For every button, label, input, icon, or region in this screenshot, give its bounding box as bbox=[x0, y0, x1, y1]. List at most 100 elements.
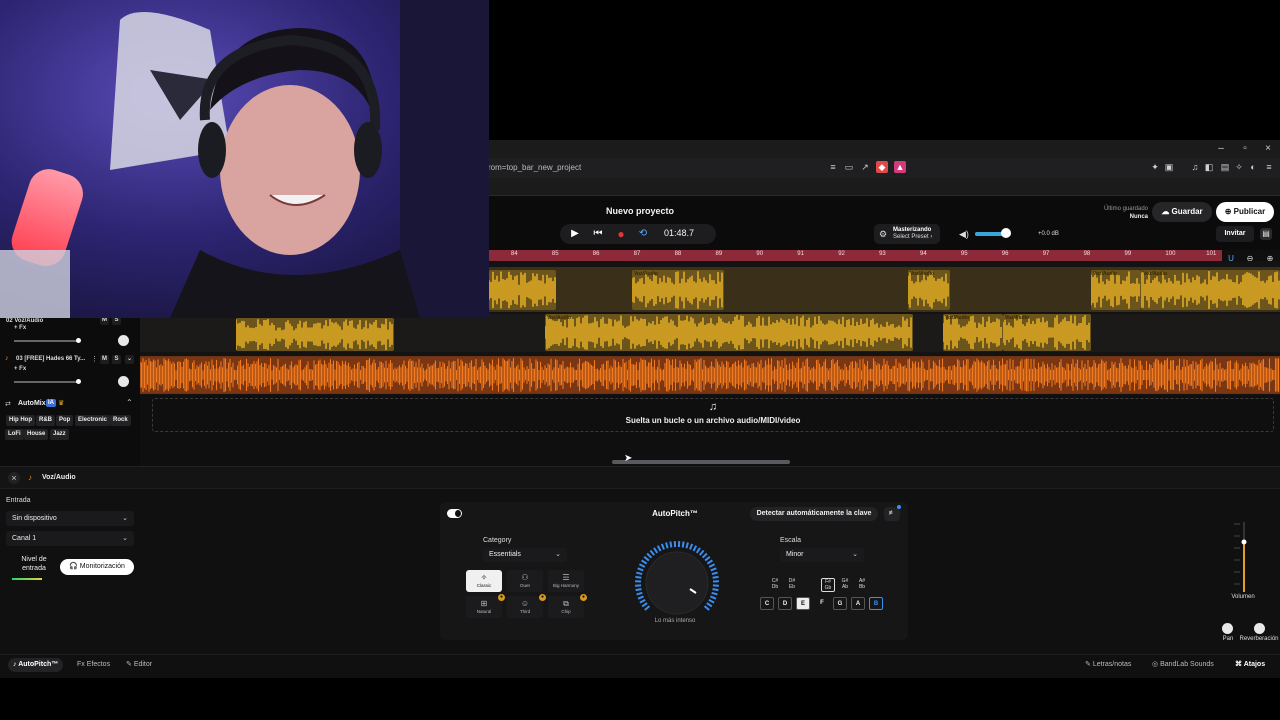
accidental-key[interactable]: F# Gb bbox=[821, 578, 835, 592]
share-icon[interactable]: ↗ bbox=[859, 161, 871, 173]
pan-knob[interactable] bbox=[118, 376, 129, 387]
rewind-button[interactable]: ⏮ bbox=[591, 227, 605, 241]
audio-clip[interactable]: Voz/Audio bbox=[1003, 314, 1091, 351]
tab-bandlab-sounds[interactable]: ◎ BandLab Sounds bbox=[1147, 658, 1219, 672]
audio-clip[interactable]: Voz/Audio bbox=[1141, 270, 1280, 310]
close-editor-button[interactable]: × bbox=[8, 472, 20, 484]
minimize-button[interactable]: – bbox=[1214, 142, 1228, 156]
accidental-key[interactable]: D# Eb bbox=[785, 578, 799, 590]
note-key[interactable]: E bbox=[796, 597, 810, 610]
dial-knob[interactable] bbox=[645, 551, 709, 615]
note-key[interactable]: D bbox=[778, 597, 792, 610]
publish-button[interactable]: ⊕ Publicar bbox=[1216, 202, 1274, 222]
speaker-icon[interactable]: ◀) bbox=[959, 229, 969, 240]
effect-tile[interactable]: ⧉ Chip bbox=[548, 596, 584, 618]
accidental-key[interactable]: A# Bb bbox=[855, 578, 869, 590]
audio-clip[interactable] bbox=[236, 318, 394, 351]
note-key[interactable]: A bbox=[851, 597, 865, 610]
master-volume-handle[interactable] bbox=[1001, 228, 1011, 238]
track-volume-fader[interactable] bbox=[1232, 518, 1252, 594]
play-button[interactable]: ▶ bbox=[568, 227, 582, 241]
intensity-dial[interactable] bbox=[634, 540, 720, 626]
genre-chip[interactable]: LoFi bbox=[5, 429, 24, 440]
maximize-button[interactable]: ▫ bbox=[1238, 142, 1252, 156]
save-button[interactable]: ☁ Guardar bbox=[1152, 202, 1212, 222]
record-button[interactable]: ● bbox=[614, 227, 628, 241]
note-key[interactable]: C bbox=[760, 597, 774, 610]
downloads-icon[interactable]: ▣ bbox=[1163, 161, 1175, 173]
audio-clip[interactable]: Voz/Audio bbox=[908, 270, 950, 310]
chevron-down-icon[interactable]: ⌄ bbox=[125, 355, 134, 364]
genre-chip[interactable]: Rock bbox=[110, 415, 131, 426]
extension-icon[interactable]: ▲ bbox=[894, 161, 906, 173]
shield-extension-icon[interactable]: ◆ bbox=[876, 161, 888, 173]
audio-clip[interactable] bbox=[140, 357, 1280, 393]
effect-tile[interactable]: ☺ Third bbox=[507, 596, 543, 618]
tab-lyrics[interactable]: ✎ Letras/notas bbox=[1080, 658, 1136, 672]
menu-icon[interactable]: ≡ bbox=[1263, 161, 1275, 173]
screen-icon[interactable]: ▭ bbox=[843, 161, 855, 173]
note-key[interactable]: F bbox=[815, 597, 829, 610]
genre-chip[interactable]: Jazz bbox=[50, 429, 69, 440]
tab-shortcuts[interactable]: ⌘ Atajos bbox=[1230, 658, 1270, 672]
monitoring-button[interactable]: 🎧 Monitorización bbox=[60, 559, 134, 575]
genre-chip[interactable]: Electronic bbox=[75, 415, 111, 426]
genre-chip[interactable]: Hip Hop bbox=[6, 415, 35, 426]
horizontal-scrollbar[interactable] bbox=[612, 460, 790, 464]
chevron-up-icon[interactable]: ⌃ bbox=[126, 398, 133, 407]
add-fx-button[interactable]: + Fx bbox=[14, 325, 26, 331]
audio-clip[interactable]: Voz/Audio bbox=[632, 270, 724, 310]
solo-button[interactable]: S bbox=[112, 355, 121, 364]
track-volume-handle[interactable] bbox=[76, 338, 81, 343]
genre-chip[interactable]: House bbox=[24, 429, 49, 440]
pan-knob[interactable] bbox=[118, 335, 129, 346]
music-icon[interactable]: ♫ bbox=[1189, 161, 1201, 173]
wallet-icon[interactable]: ◐ bbox=[1247, 161, 1259, 173]
sidebar-icon[interactable]: ◧ bbox=[1203, 161, 1215, 173]
chat-icon[interactable]: ▤ bbox=[1260, 228, 1272, 240]
tab-editor[interactable]: ✎ Editor bbox=[121, 658, 157, 672]
close-window-button[interactable]: × bbox=[1261, 142, 1275, 156]
tab-effects[interactable]: Fx Efectos bbox=[72, 658, 115, 672]
track-name[interactable]: 02 Voz/Audio bbox=[6, 318, 43, 324]
genre-chip[interactable]: R&B bbox=[36, 415, 55, 426]
scale-select[interactable]: Minor ⌄ bbox=[780, 548, 864, 562]
list-icon[interactable]: ≡ bbox=[827, 161, 839, 173]
audio-clip[interactable]: Voz/Audio bbox=[1091, 270, 1141, 310]
track-volume-slider[interactable] bbox=[14, 340, 78, 342]
track-name[interactable]: 03 [FREE] Hades 66 Ty... bbox=[16, 356, 85, 362]
effect-tile[interactable]: ✧ Classic bbox=[466, 570, 502, 592]
mute-button[interactable]: M bbox=[100, 355, 109, 364]
effect-tile[interactable]: ⚇ Duet bbox=[507, 570, 543, 592]
project-title[interactable]: Nuevo proyecto bbox=[590, 206, 690, 216]
reverb-knob[interactable] bbox=[1254, 623, 1265, 634]
accidental-key[interactable]: G# Ab bbox=[838, 578, 852, 590]
track-volume-slider[interactable] bbox=[14, 381, 78, 383]
add-fx-button[interactable]: + Fx bbox=[14, 366, 26, 372]
audio-clip[interactable]: Voz/Audio bbox=[943, 314, 1003, 351]
fader-handle[interactable] bbox=[1241, 539, 1247, 545]
device-select[interactable]: Sin dispositivo ⌄ bbox=[6, 511, 134, 526]
sparkle-icon[interactable]: ✧ bbox=[1233, 161, 1245, 173]
reader-icon[interactable]: ▤ bbox=[1219, 161, 1231, 173]
person-face bbox=[220, 85, 360, 255]
note-key[interactable]: G bbox=[833, 597, 847, 610]
track-volume-handle[interactable] bbox=[76, 379, 81, 384]
settings-sliders-icon[interactable]: ≢ bbox=[884, 507, 900, 521]
pan-knob[interactable] bbox=[1222, 623, 1233, 634]
loop-button[interactable]: ⟲ bbox=[636, 227, 650, 241]
category-select[interactable]: Essentials ⌄ bbox=[483, 548, 567, 562]
auto-detect-key-button[interactable]: Detectar automáticamente la clave bbox=[750, 507, 878, 521]
audio-clip[interactable] bbox=[489, 270, 556, 310]
audio-clip[interactable]: Voz/Audio bbox=[545, 314, 913, 351]
channel-select[interactable]: Canal 1 ⌄ bbox=[6, 531, 134, 546]
effect-tile[interactable]: ☰ Big Harmony bbox=[548, 570, 584, 592]
effect-tile[interactable]: ⊞ Natural bbox=[466, 596, 502, 618]
puzzle-icon[interactable]: ✦ bbox=[1149, 161, 1161, 173]
genre-chip[interactable]: Pop bbox=[56, 415, 74, 426]
more-icon[interactable]: ⋮ bbox=[91, 355, 98, 363]
invite-button[interactable]: Invitar bbox=[1216, 226, 1254, 242]
note-key[interactable]: B bbox=[869, 597, 883, 610]
tab-autopitch[interactable]: ♪ AutoPitch™ bbox=[8, 658, 64, 672]
accidental-key[interactable]: C# Db bbox=[768, 578, 782, 590]
